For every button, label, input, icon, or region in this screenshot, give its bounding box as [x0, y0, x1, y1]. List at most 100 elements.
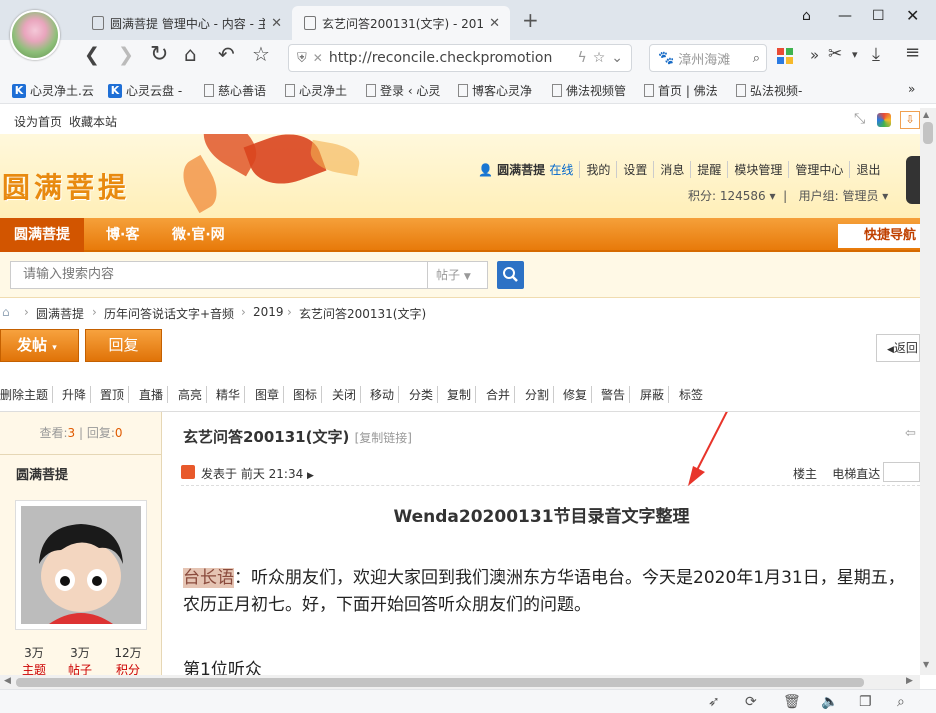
- zoom-icon[interactable]: ⌕: [897, 694, 905, 710]
- forward-icon[interactable]: ❯: [118, 44, 134, 66]
- mod-stamp[interactable]: 图章: [255, 386, 285, 403]
- browser-avatar[interactable]: [10, 10, 60, 60]
- search-text[interactable]: 漳州海滩: [678, 49, 730, 68]
- play-icon[interactable]: ▶: [307, 471, 314, 481]
- mod-highlight[interactable]: 高亮: [178, 386, 208, 403]
- refresh-icon[interactable]: ⟳: [745, 694, 757, 710]
- author-avatar[interactable]: [15, 500, 147, 630]
- bookmark-item[interactable]: 慈心善语: [204, 82, 272, 99]
- bookmark-item[interactable]: 博客心灵净: [458, 82, 536, 99]
- avatar[interactable]: [906, 156, 920, 204]
- menu-admin[interactable]: 管理中心: [789, 161, 851, 178]
- menu-settings[interactable]: 设置: [617, 161, 655, 178]
- site-logo[interactable]: 圆满菩提: [2, 166, 130, 206]
- nav-item-home[interactable]: 圆满菩提: [0, 218, 84, 252]
- shirt-icon[interactable]: ⌂: [802, 8, 811, 24]
- breadcrumb-item[interactable]: 玄艺问答200131(文字): [299, 305, 426, 322]
- new-tab-icon[interactable]: +: [522, 8, 539, 32]
- download-site-icon[interactable]: ⇩: [900, 111, 920, 129]
- maximize-icon[interactable]: ☐: [872, 8, 885, 24]
- mod-merge[interactable]: 合并: [486, 386, 516, 403]
- search-icon[interactable]: ⌕: [753, 51, 766, 66]
- mod-copy[interactable]: 复制: [447, 386, 477, 403]
- menu-my[interactable]: 我的: [580, 161, 618, 178]
- quick-nav-button[interactable]: 快捷导航: [838, 224, 920, 248]
- bookmark-item[interactable]: 登录 ‹ 心灵: [366, 82, 444, 99]
- bookmark-item[interactable]: 弘法视频-: [736, 82, 812, 99]
- window-icon[interactable]: ❐: [859, 694, 872, 710]
- post-button[interactable]: 发帖 ▾: [0, 329, 79, 362]
- bookmark-item[interactable]: 首页 | 佛法: [644, 82, 722, 99]
- search-input[interactable]: 请输入搜索内容: [10, 261, 428, 289]
- browser-search[interactable]: 🐾 漳州海滩 ⌕: [649, 44, 767, 72]
- back-icon[interactable]: ❮: [84, 44, 100, 66]
- mod-delete[interactable]: 删除主题: [0, 386, 54, 403]
- more-icon[interactable]: »: [810, 46, 819, 64]
- close-icon[interactable]: ✕: [271, 16, 282, 31]
- copy-link[interactable]: [复制链接]: [355, 431, 412, 445]
- scroll-left-icon[interactable]: ◀: [4, 676, 11, 686]
- breadcrumb-item[interactable]: 2019: [253, 305, 284, 319]
- scroll-right-icon[interactable]: ▶: [906, 676, 913, 686]
- mod-live[interactable]: 直播: [139, 386, 169, 403]
- mod-pin[interactable]: 置顶: [100, 386, 130, 403]
- points-text[interactable]: 积分: 124586: [688, 189, 766, 203]
- vertical-scrollbar[interactable]: [920, 108, 936, 675]
- home-icon[interactable]: ⌂: [2, 305, 10, 319]
- home-icon[interactable]: ⌂: [184, 42, 197, 66]
- mod-split[interactable]: 分割: [525, 386, 555, 403]
- undo-icon[interactable]: ↶: [218, 42, 235, 66]
- search-type-select[interactable]: 帖子 ▼: [428, 261, 488, 289]
- jump-input[interactable]: [883, 462, 920, 482]
- group-text[interactable]: 用户组: 管理员: [799, 189, 879, 203]
- browser-tab-active[interactable]: 玄艺问答200131(文字) - 2019 ✕: [292, 6, 510, 40]
- nav-item-wechat[interactable]: 微·官·网: [158, 218, 239, 252]
- bookmark-site-link[interactable]: 收藏本站: [69, 113, 117, 130]
- chevron-down-icon[interactable]: ⌄: [611, 50, 631, 66]
- bookmark-item[interactable]: 佛法视频管: [552, 82, 630, 99]
- set-home-link[interactable]: 设为首页: [14, 113, 62, 130]
- close-icon[interactable]: ✕: [489, 16, 500, 31]
- color-icon[interactable]: [877, 113, 891, 127]
- scroll-down-icon[interactable]: ▼: [923, 660, 929, 669]
- star-icon[interactable]: ☆: [252, 42, 270, 66]
- horizontal-scroll-thumb[interactable]: [16, 678, 864, 687]
- browser-tab[interactable]: 圆满菩提 管理中心 - 内容 - 主 ✕: [80, 6, 292, 40]
- more-bookmarks[interactable]: »: [908, 82, 915, 96]
- scroll-up-icon[interactable]: ▲: [923, 110, 929, 119]
- nav-item-blog[interactable]: 博·客: [92, 218, 153, 252]
- search-button[interactable]: [497, 261, 524, 289]
- minimize-icon[interactable]: —: [838, 8, 852, 24]
- author-name[interactable]: 圆满菩提: [16, 464, 68, 483]
- favorite-icon[interactable]: ☆: [593, 50, 606, 66]
- url-text[interactable]: http://reconcile.checkpromotion: [329, 50, 572, 66]
- mod-tag[interactable]: 标签: [679, 386, 707, 403]
- scissors-icon[interactable]: ✂: [828, 44, 842, 64]
- mod-warn[interactable]: 警告: [601, 386, 631, 403]
- lightning-icon[interactable]: ϟ: [577, 50, 586, 66]
- download-icon[interactable]: ⤓: [872, 44, 880, 65]
- user-name[interactable]: 👤 圆满菩提 在线: [472, 161, 581, 178]
- bookmark-item[interactable]: K 心灵净土.云: [12, 82, 96, 99]
- mod-digest[interactable]: 精华: [216, 386, 246, 403]
- mod-category[interactable]: 分类: [409, 386, 439, 403]
- bookmark-item[interactable]: K 心灵云盘 -: [108, 82, 186, 99]
- back-arrow-icon[interactable]: ⇦: [905, 426, 916, 441]
- reply-button[interactable]: 回复: [85, 329, 162, 362]
- window-close-icon[interactable]: ✕: [906, 6, 919, 25]
- mod-repair[interactable]: 修复: [563, 386, 593, 403]
- menu-logout[interactable]: 退出: [850, 161, 886, 178]
- user-stat-posts[interactable]: 3万 帖子: [60, 644, 100, 675]
- mod-raise[interactable]: 升降: [62, 386, 92, 403]
- shrink-icon[interactable]: ⤡: [854, 111, 865, 127]
- bookmark-item[interactable]: 心灵净土: [285, 82, 353, 99]
- chevron-down-icon[interactable]: ▾: [852, 48, 858, 61]
- breadcrumb-item[interactable]: 历年问答说话文字+音频: [104, 305, 234, 322]
- mod-block[interactable]: 屏蔽: [640, 386, 670, 403]
- mod-close[interactable]: 关闭: [332, 386, 362, 403]
- menu-reminders[interactable]: 提醒: [691, 161, 729, 178]
- menu-icon[interactable]: ≡: [905, 42, 920, 63]
- speaker-icon[interactable]: 🔈: [821, 694, 838, 710]
- rocket-icon[interactable]: ➶: [708, 694, 720, 710]
- back-button[interactable]: ◀返回: [876, 334, 920, 362]
